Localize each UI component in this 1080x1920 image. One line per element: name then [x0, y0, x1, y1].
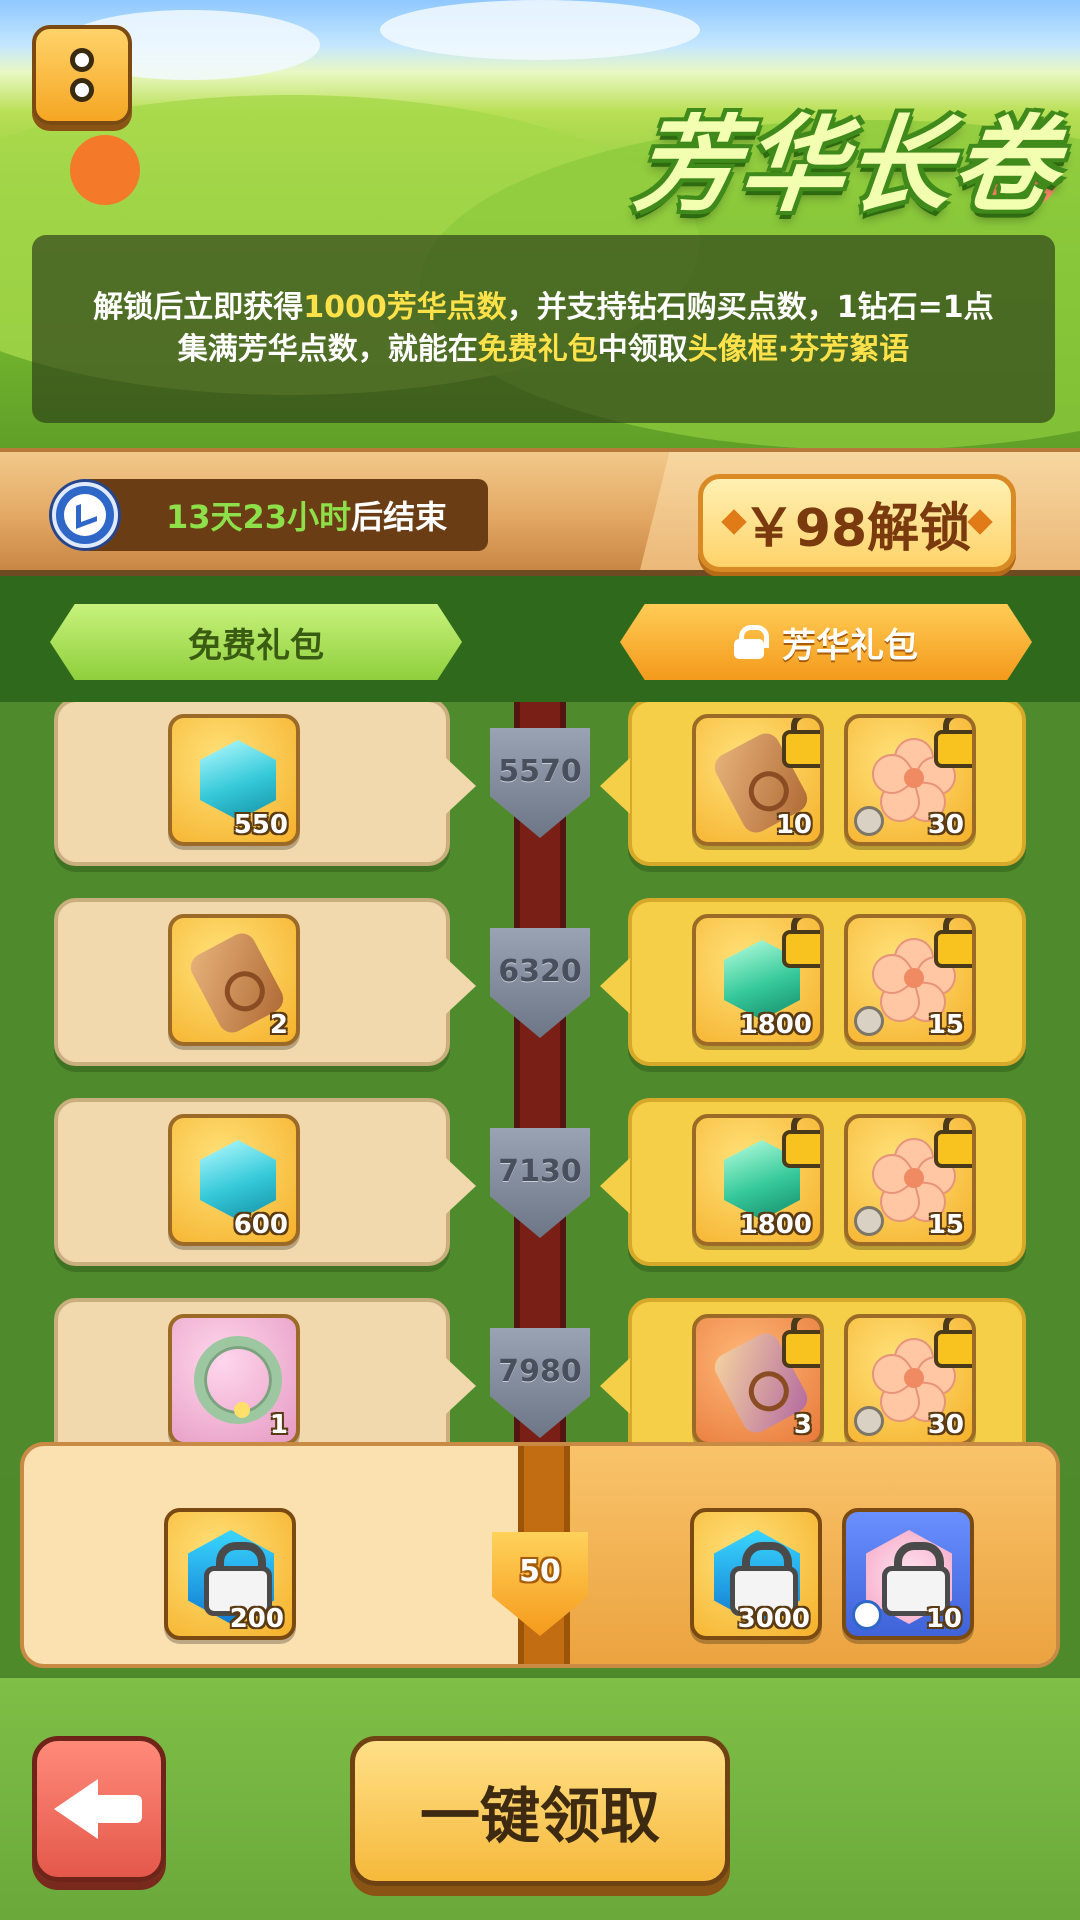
reward-quantity: 1800: [739, 1210, 812, 1240]
reward-quantity: 1: [269, 1410, 288, 1440]
description-highlight: 免费礼包: [477, 332, 598, 367]
reward-quantity: 30: [927, 1410, 964, 1440]
level-marker: 6320: [490, 928, 590, 1038]
page-title: 芳华长卷: [628, 104, 1066, 226]
level-marker: 7130: [490, 1128, 590, 1238]
wreath-frame-icon: [194, 1336, 282, 1424]
lock-icon: [782, 1318, 820, 1368]
back-button[interactable]: [32, 1736, 166, 1882]
clock-icon: [52, 482, 118, 548]
unlock-button[interactable]: ￥98解锁: [698, 474, 1016, 572]
back-arrow-icon: [54, 1779, 144, 1839]
diamond-icon: [200, 740, 276, 820]
diamond-icon: [200, 1140, 276, 1220]
premium-reward-item[interactable]: 15: [844, 1114, 976, 1246]
reward-quantity: 600: [233, 1210, 288, 1240]
clock-icon: [854, 1006, 884, 1036]
premium-reward-item[interactable]: 1800: [692, 914, 824, 1046]
description-text: 集满芳华点数，就能在: [177, 332, 478, 367]
flower-decoration: [70, 135, 140, 205]
premium-reward-item[interactable]: 10: [692, 714, 824, 846]
level-value: 5570: [498, 754, 582, 789]
reward-quantity: 3000: [737, 1604, 810, 1634]
tab-premium-pack[interactable]: 芳华礼包: [620, 604, 1032, 680]
level-value: 7980: [498, 1354, 582, 1389]
event-banner: 芳华长卷 解锁后立即获得1000芳华点数，并支持钻石购买点数，1钻石=1点 集满…: [0, 0, 1080, 450]
premium-reward-item[interactable]: 1800: [692, 1114, 824, 1246]
premium-reward-item[interactable]: 30: [844, 1314, 976, 1446]
info-bar: 13天23小时 后结束 ￥98解锁: [0, 448, 1080, 576]
reward-quantity: 200: [229, 1604, 284, 1634]
reward-quantity: 10: [775, 810, 812, 840]
claim-all-label: 一键领取: [420, 1781, 660, 1852]
reward-quantity: 2: [269, 1010, 288, 1040]
lock-icon: [204, 1542, 272, 1616]
free-reward-item[interactable]: 1: [168, 1314, 300, 1446]
claim-all-button[interactable]: 一键领取: [350, 1736, 730, 1886]
clock-icon: [854, 806, 884, 836]
tab-free-pack[interactable]: 免费礼包: [50, 604, 462, 680]
unlock-button-label: ￥98解锁: [742, 498, 972, 559]
tab-premium-label: 芳华礼包: [782, 625, 918, 666]
reward-track[interactable]: 550 5570 10 30 2 6320 1800 15 600 7130 1…: [0, 702, 1080, 1478]
description-text: ，并支持钻石购买点数，1钻石=1点: [506, 290, 994, 325]
level-value: 7130: [498, 1154, 582, 1189]
premium-reward-item[interactable]: 15: [844, 914, 976, 1046]
description-line-1: 解锁后立即获得1000芳华点数，并支持钻石购买点数，1钻石=1点: [93, 289, 993, 327]
description-text: 中领取: [597, 332, 688, 367]
level-marker: 7980: [490, 1328, 590, 1438]
tab-bar: 免费礼包 芳华礼包: [0, 576, 1080, 702]
reward-quantity: 550: [233, 810, 288, 840]
cloud-decoration: [380, 0, 700, 60]
bonus-free-item[interactable]: 200: [164, 1508, 296, 1640]
lock-icon: [734, 625, 769, 659]
countdown-timer: 13天23小时 后结束: [80, 479, 488, 551]
free-reward-item[interactable]: 550: [168, 714, 300, 846]
description-line-2: 集满芳华点数，就能在免费礼包中领取头像框·芬芳絮语: [178, 331, 909, 369]
reward-quantity: 1800: [739, 1010, 812, 1040]
tab-free-label: 免费礼包: [188, 625, 324, 666]
reward-quantity: 3: [793, 1410, 812, 1440]
bonus-premium-item[interactable]: 3000: [690, 1508, 822, 1640]
clock-icon: [854, 1406, 884, 1436]
lock-icon: [730, 1542, 798, 1616]
menu-dot-icon: [70, 48, 94, 72]
description-highlight: 1000芳华点数: [303, 290, 507, 325]
level-value: 50: [519, 1554, 561, 1589]
lock-icon: [782, 1118, 820, 1168]
clock-icon: [852, 1600, 882, 1630]
reward-row: 2 6320 1800 15: [0, 898, 1080, 1074]
clock-icon: [854, 1206, 884, 1236]
lock-icon: [782, 918, 820, 968]
menu-dot-icon: [70, 78, 94, 102]
premium-reward-item[interactable]: 30: [844, 714, 976, 846]
reward-quantity: 15: [927, 1010, 964, 1040]
countdown-suffix: 后结束: [351, 498, 448, 536]
reward-quantity: 15: [927, 1210, 964, 1240]
reward-row: 550 5570 10 30: [0, 702, 1080, 874]
reward-quantity: 10: [925, 1604, 962, 1634]
lock-icon: [882, 1542, 950, 1616]
level-marker: 5570: [490, 728, 590, 838]
free-reward-item[interactable]: 600: [168, 1114, 300, 1246]
reward-row: 600 7130 1800 15: [0, 1098, 1080, 1274]
description-text: 解锁后立即获得: [93, 290, 304, 325]
lock-icon: [934, 1118, 972, 1168]
event-description: 解锁后立即获得1000芳华点数，并支持钻石购买点数，1钻石=1点 集满芳华点数，…: [32, 235, 1055, 423]
lock-icon: [934, 1318, 972, 1368]
lock-icon: [782, 718, 820, 768]
description-highlight: 头像框·芬芳絮语: [687, 332, 910, 367]
lock-icon: [934, 718, 972, 768]
reward-quantity: 30: [927, 810, 964, 840]
lock-icon: [934, 918, 972, 968]
bonus-premium-item[interactable]: 10: [842, 1508, 974, 1640]
menu-button[interactable]: [32, 25, 132, 125]
premium-reward-item[interactable]: 3: [692, 1314, 824, 1446]
countdown-value: 13天23小时: [166, 498, 352, 536]
level-value: 6320: [498, 954, 582, 989]
free-reward-item[interactable]: 2: [168, 914, 300, 1046]
